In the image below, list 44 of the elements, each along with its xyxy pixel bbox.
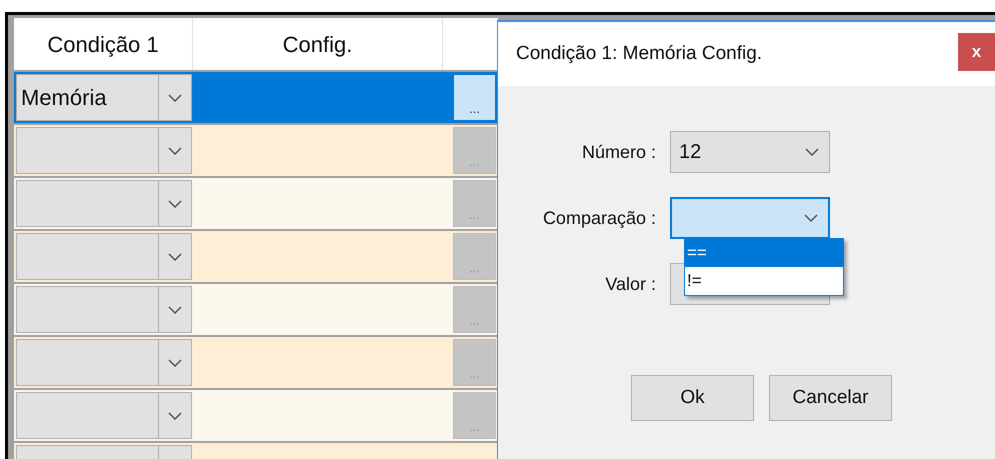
chevron-down-icon xyxy=(168,252,182,260)
dropdown-value: Memória xyxy=(21,84,107,112)
ellipsis-button[interactable]: ... xyxy=(453,74,496,121)
chevron-down-icon xyxy=(168,358,182,366)
field-label: Valor : xyxy=(604,272,657,296)
chevron-down-icon xyxy=(168,94,182,102)
dropdown-option[interactable]: == xyxy=(685,239,843,267)
condition-dropdown[interactable] xyxy=(16,127,192,174)
chevron-down-icon xyxy=(168,146,182,154)
grid-row[interactable]: ... xyxy=(14,337,498,388)
condition-dropdown[interactable] xyxy=(16,392,192,439)
condition-dropdown[interactable] xyxy=(16,339,192,386)
dialog-title: Condição 1: Memória Config. xyxy=(516,42,762,66)
condition-dropdown[interactable] xyxy=(16,233,192,280)
combo-value: 12 xyxy=(679,140,702,165)
ellipsis-button[interactable]: ... xyxy=(453,339,496,386)
dialog-button[interactable]: Ok xyxy=(631,375,754,421)
grid-row[interactable]: ... xyxy=(14,125,498,176)
chevron-down-icon xyxy=(168,412,182,420)
chevron-down-icon xyxy=(168,306,182,314)
ellipsis-button[interactable]: ... xyxy=(453,127,496,174)
condition-dropdown[interactable] xyxy=(16,286,192,333)
grid-row[interactable]: ... xyxy=(14,231,498,282)
grid-row[interactable]: ... xyxy=(14,390,498,441)
grid-row[interactable]: ... xyxy=(14,284,498,335)
combo-box[interactable] xyxy=(670,197,830,239)
chevron-down-icon xyxy=(804,214,818,222)
close-button[interactable]: x xyxy=(958,33,995,71)
ellipsis-button[interactable]: ... xyxy=(453,233,496,280)
ellipsis-button[interactable]: ... xyxy=(453,392,496,439)
grid-row[interactable]: Memória ... xyxy=(14,72,498,123)
dialog-button[interactable]: Cancelar xyxy=(769,375,892,421)
dropdown-option[interactable]: != xyxy=(685,267,843,295)
condition-dropdown[interactable]: Memória xyxy=(16,74,192,121)
field-label: Comparação : xyxy=(542,206,657,230)
grid-row[interactable]: ... xyxy=(14,178,498,229)
ellipsis-button[interactable]: ... xyxy=(453,286,496,333)
chevron-down-icon xyxy=(805,148,819,156)
column-header: Condição 1 xyxy=(14,18,193,70)
condition-dropdown[interactable] xyxy=(16,180,192,227)
chevron-down-icon xyxy=(168,200,182,208)
combo-box[interactable]: 12 xyxy=(670,131,830,173)
ellipsis-button[interactable]: ... xyxy=(453,180,496,227)
field-label: Número : xyxy=(580,140,657,164)
